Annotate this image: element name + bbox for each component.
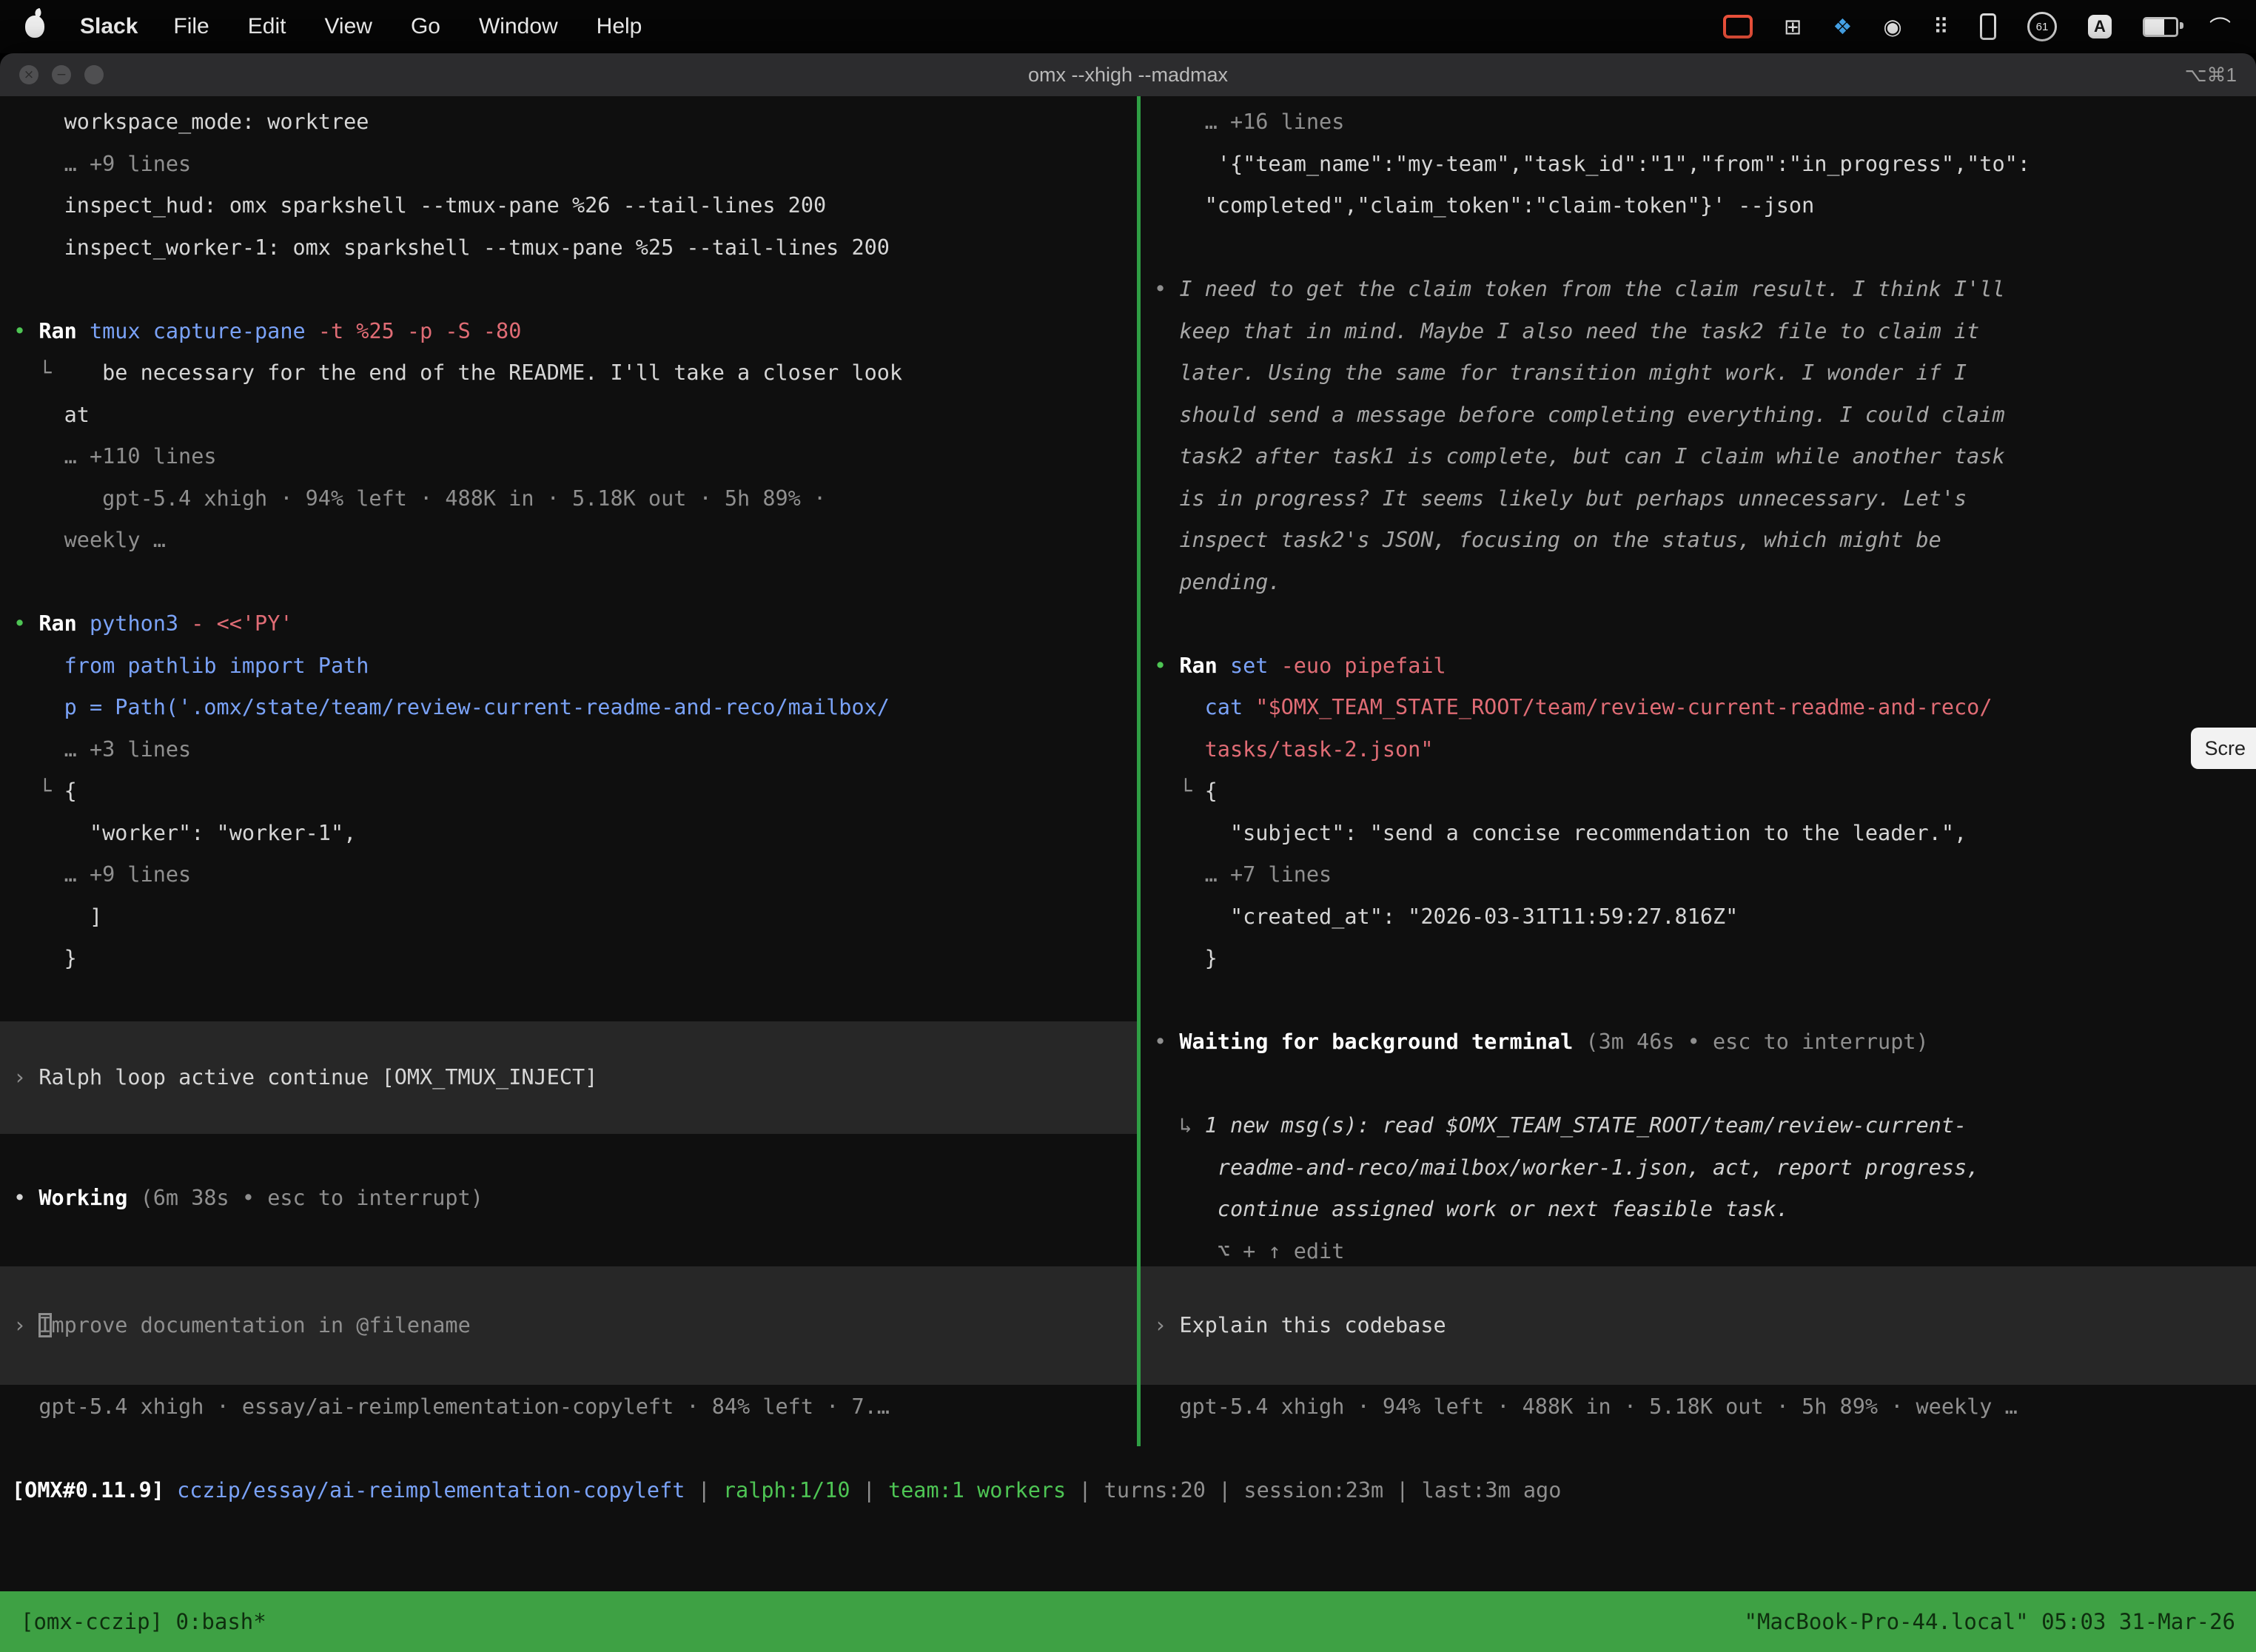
- menu-go[interactable]: Go: [411, 14, 440, 39]
- terminal-line: continue assigned work or next feasible …: [1154, 1189, 2256, 1231]
- terminal-line: "worker": "worker-1",: [13, 813, 1137, 855]
- wifi-icon[interactable]: ⌒: [2209, 11, 2231, 42]
- terminal-line: "subject": "send a concise recommendatio…: [1154, 813, 2256, 855]
- terminal-line: readme-and-reco/mailbox/worker-1.json, a…: [1154, 1147, 2256, 1189]
- terminal-line: [13, 562, 1137, 604]
- terminal-line: p = Path('.omx/state/team/review-current…: [13, 687, 1137, 729]
- terminal-line: • Waiting for background terminal (3m 46…: [1154, 1021, 2256, 1064]
- terminal-line: … +3 lines: [13, 729, 1137, 771]
- terminal-line: "completed","claim_token":"claim-token"}…: [1154, 185, 2256, 227]
- terminal-line: cat "$OMX_TEAM_STATE_ROOT/team/review-cu…: [1154, 687, 2256, 729]
- terminal-line: task2 after task1 is complete, but can I…: [1154, 436, 2256, 478]
- terminal-line: ↳ 1 new msg(s): read $OMX_TEAM_STATE_ROO…: [1154, 1105, 2256, 1147]
- menu-view[interactable]: View: [324, 14, 372, 39]
- terminal-line: inspect_worker-1: omx sparkshell --tmux-…: [13, 227, 1137, 269]
- terminal-line: [1154, 1064, 2256, 1106]
- terminal-line: › Explain this codebase: [1154, 1305, 1446, 1347]
- screenshot-button[interactable]: Scre: [2191, 728, 2256, 769]
- macos-menubar: Slack File Edit View Go Window Help ⊞ ❖ ◉ ⠿ 61 A ⌒: [0, 0, 2256, 53]
- left-pane-output: workspace_mode: worktree … +9 lines insp…: [0, 101, 1137, 980]
- battery-percentage-icon[interactable]: 61: [2027, 12, 2057, 41]
- dropbox-icon[interactable]: ❖: [1833, 14, 1852, 39]
- terminal-line: workspace_mode: worktree: [13, 101, 1137, 144]
- terminal-line: • Ran python3 - <<'PY': [13, 603, 1137, 645]
- terminal-line: gpt-5.4 xhigh · 94% left · 488K in · 5.1…: [13, 478, 1137, 520]
- terminal-line: tasks/task-2.json": [1154, 729, 2256, 771]
- terminal-line: … +9 lines: [13, 144, 1137, 186]
- terminal-line: [1154, 227, 2256, 269]
- terminal-line: • Ran set -euo pipefail: [1154, 645, 2256, 688]
- prompt-input-left[interactable]: › Improve documentation in @filename: [0, 1266, 1137, 1385]
- terminal-line: └ {: [13, 770, 1137, 813]
- tmux-session-label: [omx-cczip] 0:bash*: [21, 1601, 266, 1643]
- terminal-line: }: [13, 938, 1137, 980]
- battery-icon[interactable]: [2143, 17, 2178, 37]
- terminal-line: [1154, 980, 2256, 1022]
- terminal-line: • Working (6m 38s • esc to interrupt): [13, 1178, 1137, 1220]
- tmux-pane-left: workspace_mode: worktree … +9 lines insp…: [0, 96, 1137, 1446]
- terminal-line: pending.: [1154, 562, 2256, 604]
- terminal-line: gpt-5.4 xhigh · essay/ai-reimplementatio…: [13, 1386, 1137, 1428]
- window-shortcut: ⌥⌘1: [2185, 53, 2237, 96]
- window-manager-icon[interactable]: ⊞: [1784, 14, 1802, 39]
- menu-help[interactable]: Help: [597, 14, 642, 39]
- terminal-line: └ {: [1154, 770, 2256, 813]
- menu-window[interactable]: Window: [479, 14, 558, 39]
- screen: Slack FileEditViewGoWindowHelp ⊞❖◉⠿61A⌒ …: [0, 0, 2256, 1652]
- terminal-line: }: [1154, 938, 2256, 980]
- menu-edit[interactable]: Edit: [248, 14, 286, 39]
- terminal-line: inspect_hud: omx sparkshell --tmux-pane …: [13, 185, 1137, 227]
- apple-logo-icon[interactable]: [25, 16, 44, 38]
- input-source-icon[interactable]: A: [2088, 15, 2112, 38]
- right-pane-output: … +16 lines '{"team_name":"my-team","tas…: [1141, 101, 2256, 1272]
- terminal-line: keep that in mind. Maybe I also need the…: [1154, 311, 2256, 353]
- terminal-line: … +7 lines: [1154, 854, 2256, 896]
- terminal-line: "created_at": "2026-03-31T11:59:27.816Z": [1154, 896, 2256, 939]
- disc-icon[interactable]: ◉: [1883, 14, 1901, 39]
- terminal-line: • Ran tmux capture-pane -t %25 -p -S -80: [13, 311, 1137, 353]
- iphone-mirroring-icon[interactable]: [1980, 13, 1996, 40]
- terminal-line: • I need to get the claim token from the…: [1154, 269, 2256, 311]
- screen-recording-icon[interactable]: [1723, 15, 1753, 38]
- terminal-line: from pathlib import Path: [13, 645, 1137, 688]
- terminal-line: › Improve documentation in @filename: [13, 1305, 471, 1347]
- working-status-line: • Working (6m 38s • esc to interrupt): [0, 1178, 1137, 1220]
- terminal-line: … +9 lines: [13, 854, 1137, 896]
- terminal-line: … +16 lines: [1154, 101, 2256, 144]
- terminal-line: › Ralph loop active continue [OMX_TMUX_I…: [13, 1057, 597, 1099]
- menubar-app-name[interactable]: Slack: [80, 14, 138, 39]
- omx-status-line: [OMX#0.11.9] cczip/essay/ai-reimplementa…: [12, 1470, 2256, 1512]
- terminal-line: '{"team_name":"my-team","task_id":"1","f…: [1154, 144, 2256, 186]
- terminal-line: at: [13, 394, 1137, 437]
- terminal-line: [OMX#0.11.9] cczip/essay/ai-reimplementa…: [12, 1470, 2256, 1512]
- terminal-content: workspace_mode: worktree … +9 lines insp…: [0, 96, 2256, 1652]
- terminal-line: … +110 lines: [13, 436, 1137, 478]
- menubar-status-icons: ⊞ ❖ ◉ ⠿ 61 A ⌒: [1723, 11, 2231, 42]
- terminal-line: is in progress? It seems likely but perh…: [1154, 478, 2256, 520]
- right-pane-model-status: gpt-5.4 xhigh · 94% left · 488K in · 5.1…: [1141, 1386, 2256, 1428]
- menubar-menus: File Edit View Go Window Help: [173, 14, 642, 39]
- terminal-line: should send a message before completing …: [1154, 394, 2256, 437]
- terminal-line: later. Using the same for transition mig…: [1154, 352, 2256, 394]
- tmux-pane-right: … +16 lines '{"team_name":"my-team","tas…: [1141, 96, 2256, 1446]
- terminal-line: weekly …: [13, 520, 1137, 562]
- terminal-line: ]: [13, 896, 1137, 939]
- left-pane-model-status: gpt-5.4 xhigh · essay/ai-reimplementatio…: [0, 1386, 1137, 1428]
- terminal-line: [1154, 603, 2256, 645]
- terminal-line: gpt-5.4 xhigh · 94% left · 488K in · 5.1…: [1154, 1386, 2256, 1428]
- app-grid-icon[interactable]: ⠿: [1933, 14, 1949, 39]
- terminal-line: └ be necessary for the end of the README…: [13, 352, 1137, 394]
- tmux-status-bar: [omx-cczip] 0:bash* "MacBook-Pro-44.loca…: [0, 1591, 2256, 1652]
- tmux-host-time: "MacBook-Pro-44.local" 05:03 31-Mar-26: [1745, 1601, 2235, 1643]
- window-titlebar[interactable]: × − omx --xhigh --madmax ⌥⌘1: [0, 53, 2256, 96]
- window-title: omx --xhigh --madmax: [0, 53, 2256, 96]
- terminal-line: inspect task2's JSON, focusing on the st…: [1154, 520, 2256, 562]
- prompt-input-right[interactable]: › Explain this codebase: [1141, 1266, 2256, 1385]
- terminal-line: [13, 269, 1137, 311]
- ralph-loop-inject-box[interactable]: › Ralph loop active continue [OMX_TMUX_I…: [0, 1021, 1137, 1134]
- menu-file[interactable]: File: [173, 14, 209, 39]
- terminal-window: × − omx --xhigh --madmax ⌥⌘1 workspace_m…: [0, 53, 2256, 1652]
